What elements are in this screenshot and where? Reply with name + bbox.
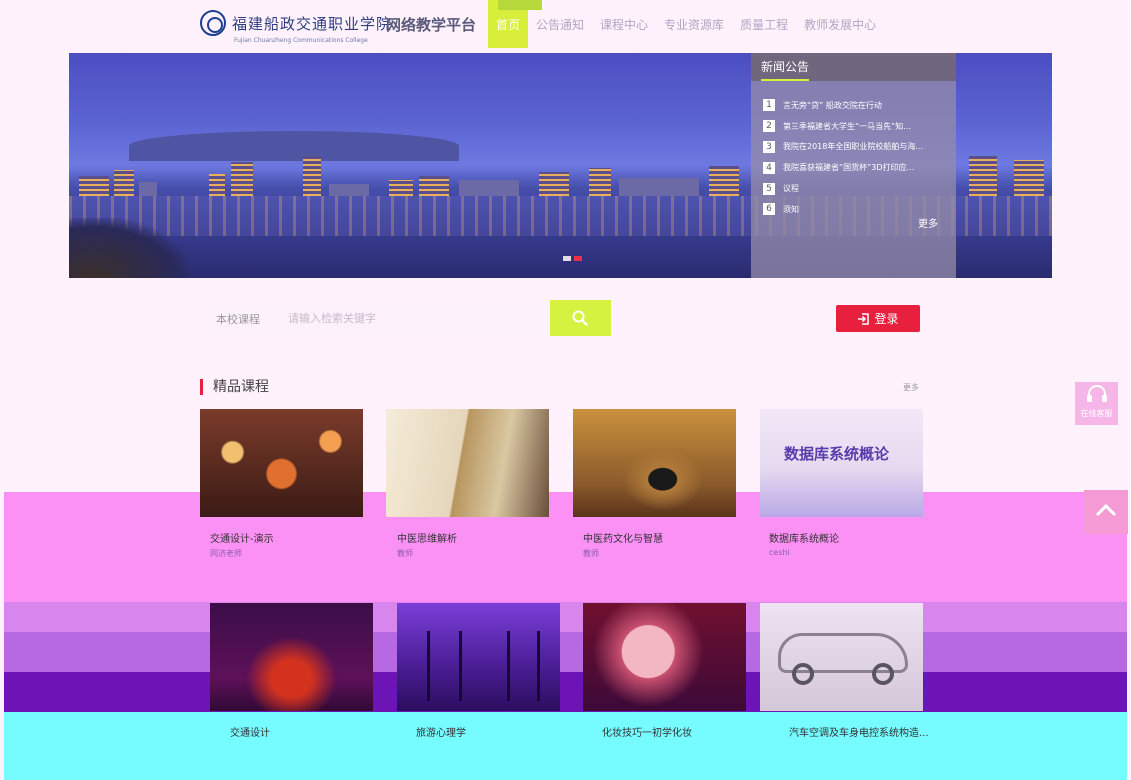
news-item-number: 3 [763, 140, 775, 153]
news-item-title: 须知 [783, 204, 799, 214]
nav-quality-engineering[interactable]: 质量工程 [732, 0, 796, 48]
course-thumbnail: 数据库系统概论 [760, 409, 923, 517]
course-thumbnail [200, 409, 363, 517]
news-item[interactable]: 3 我院在2018年全国职业院校船舶与海... [763, 137, 956, 158]
news-item-number: 5 [763, 182, 775, 195]
background-band [4, 712, 1127, 780]
headset-icon [1086, 385, 1107, 402]
news-item-number: 4 [763, 161, 775, 174]
news-item-title: 第三季福建省大学生“一马当先”知... [783, 121, 911, 131]
course-thumbnail [210, 603, 373, 711]
online-service-label: 在线客服 [1080, 409, 1113, 418]
course-thumbnail [397, 603, 560, 711]
course-title[interactable]: 中医思维解析 [397, 530, 457, 545]
course-title[interactable]: 数据库系统概论 [769, 530, 839, 545]
back-to-top-button[interactable] [1084, 490, 1128, 534]
news-item-number: 6 [763, 203, 775, 216]
background-band [4, 492, 1127, 602]
car-wheel [792, 663, 814, 685]
nav-resource-library[interactable]: 专业资源库 [656, 0, 732, 48]
news-item-title: 言无旁“贷” 船政交院在行动 [783, 100, 882, 110]
login-label: 登录 [874, 312, 899, 326]
site-header: 福建船政交通职业学院 Fujian Chuanzheng Communicati… [0, 0, 1131, 50]
course-title[interactable]: 化妆技巧一初学化妆 [602, 724, 692, 739]
news-item-number: 2 [763, 120, 775, 133]
thumbnail-title: 数据库系统概论 [784, 445, 890, 463]
search-scope-select[interactable]: 本校课程 [216, 311, 260, 327]
logo-subtitle: Fujian Chuanzheng Communications College [234, 37, 368, 44]
news-panel-header: 新闻公告 [751, 53, 956, 81]
course-thumbnail [573, 409, 736, 517]
nav-teacher-development[interactable]: 教师发展中心 [796, 0, 884, 48]
news-item[interactable]: 4 我院喜获福建省“国货杯”3D打印应... [763, 157, 956, 178]
courses-more-link[interactable]: 更多 [903, 382, 919, 393]
news-item-number: 1 [763, 99, 775, 112]
course-thumbnail [386, 409, 549, 517]
news-panel: 新闻公告 1 言无旁“贷” 船政交院在行动 2 第三季福建省大学生“一马当先”知..… [751, 53, 956, 278]
course-title[interactable]: 交通设计 [230, 724, 270, 739]
nav-home[interactable]: 首页 [488, 0, 543, 48]
background-band [4, 672, 1127, 712]
banner-dot-2[interactable] [574, 256, 582, 261]
section-title: 精品课程 [200, 379, 269, 395]
course-title[interactable]: 交通设计-演示 [210, 530, 274, 545]
chevron-up-icon [1095, 503, 1117, 517]
login-icon [858, 312, 870, 325]
search-input[interactable] [288, 308, 538, 328]
banner-shore [69, 218, 189, 278]
search-bar: 本校课程 [200, 300, 611, 336]
main-nav: 首页 公告通知 课程中心 专业资源库 质量工程 教师发展中心 [488, 0, 884, 48]
news-item-title: 我院在2018年全国职业院校船舶与海... [783, 142, 923, 152]
course-teacher: 同济老师 [210, 549, 242, 558]
college-logo[interactable]: 福建船政交通职业学院 Fujian Chuanzheng Communicati… [200, 10, 393, 44]
background-band [4, 632, 1127, 672]
news-more-link[interactable]: 更多 [918, 215, 938, 230]
platform-title: 网络教学平台 [386, 16, 477, 34]
car-wheel [872, 663, 894, 685]
online-service-widget[interactable]: 在线客服 [1075, 382, 1118, 425]
banner-dot-1[interactable] [563, 256, 571, 261]
course-title[interactable]: 中医药文化与智慧 [583, 530, 663, 545]
course-teacher: 教师 [583, 549, 599, 558]
nav-course-center[interactable]: 课程中心 [592, 0, 656, 48]
news-item-title: 议程 [783, 184, 799, 194]
search-icon [572, 310, 588, 326]
course-title[interactable]: 汽车空调及车身电控系统构造... [789, 724, 929, 739]
login-button[interactable]: 登录 [836, 305, 920, 332]
news-item[interactable]: 2 第三季福建省大学生“一马当先”知... [763, 116, 956, 137]
course-thumbnail [760, 603, 923, 711]
news-panel-title: 新闻公告 [761, 53, 810, 81]
background-band [4, 602, 1127, 632]
course-teacher: ceshi [769, 548, 790, 557]
news-item[interactable]: 1 言无旁“贷” 船政交院在行动 [763, 95, 956, 116]
news-item-title: 我院喜获福建省“国货杯”3D打印应... [783, 163, 915, 173]
course-thumbnail [583, 603, 746, 711]
course-teacher: 教师 [397, 549, 413, 558]
logo-text: 福建船政交通职业学院 [232, 14, 393, 33]
course-title[interactable]: 旅游心理学 [416, 724, 466, 739]
news-list: 1 言无旁“贷” 船政交院在行动 2 第三季福建省大学生“一马当先”知... 3 我院… [751, 81, 956, 220]
banner-pagination [563, 256, 582, 261]
news-item[interactable]: 5 议程 [763, 178, 956, 199]
search-button[interactable] [550, 300, 611, 336]
college-emblem-icon [200, 10, 226, 36]
